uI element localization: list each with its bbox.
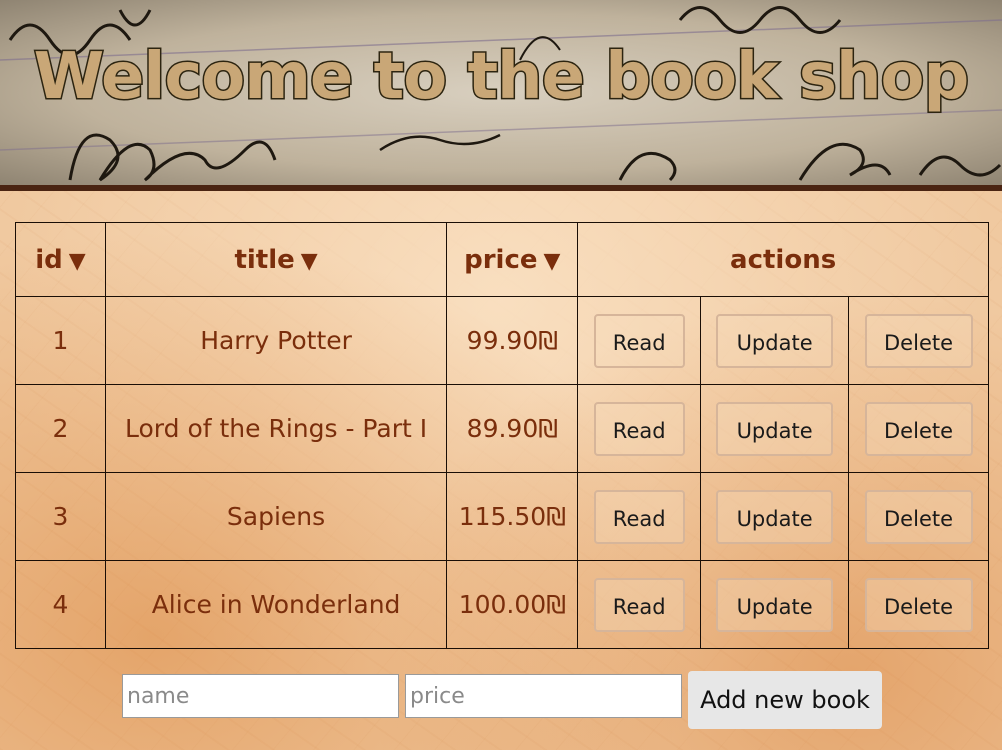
cell-update: Update — [700, 384, 850, 473]
delete-button[interactable]: Delete — [864, 577, 973, 632]
column-header-actions: actions — [577, 222, 989, 297]
read-button[interactable]: Read — [593, 401, 685, 456]
cell-delete: Delete — [848, 560, 989, 649]
cell-title: Sapiens — [104, 472, 448, 561]
page-title: Welcome to the book shop — [32, 39, 971, 116]
delete-button[interactable]: Delete — [864, 401, 973, 456]
column-header-id[interactable]: id ▼ — [15, 222, 106, 297]
cell-id: 4 — [15, 560, 106, 649]
cell-id: 2 — [15, 384, 106, 473]
cell-delete: Delete — [848, 296, 989, 385]
cell-price: 99.90₪ — [446, 296, 579, 385]
sort-down-icon[interactable]: ▼ — [69, 249, 86, 274]
read-button[interactable]: Read — [593, 313, 685, 368]
cell-title: Alice in Wonderland — [104, 560, 448, 649]
name-input[interactable] — [122, 674, 399, 718]
cell-update: Update — [700, 472, 850, 561]
page-header: Welcome to the book shop — [0, 0, 1002, 191]
cell-title: Lord of the Rings - Part I — [104, 384, 448, 473]
cell-title: Harry Potter — [104, 296, 448, 385]
update-button[interactable]: Update — [716, 401, 834, 456]
column-header-label: actions — [730, 244, 837, 275]
update-button[interactable]: Update — [716, 577, 834, 632]
add-new-book-button[interactable]: Add new book — [688, 671, 882, 729]
sort-down-icon[interactable]: ▼ — [544, 249, 561, 274]
column-header-title[interactable]: title ▼ — [104, 222, 448, 297]
read-button[interactable]: Read — [593, 489, 685, 544]
delete-button[interactable]: Delete — [864, 489, 973, 544]
cell-id: 1 — [15, 296, 106, 385]
books-table: id ▼ title ▼ price ▼ actions 1 Harry Potter… — [15, 222, 989, 649]
table-row: 2 Lord of the Rings - Part I 89.90₪ Read… — [15, 384, 989, 473]
cell-update: Update — [700, 560, 850, 649]
cell-price: 115.50₪ — [446, 472, 579, 561]
cell-price: 89.90₪ — [446, 384, 579, 473]
column-header-label: title — [234, 244, 295, 275]
cell-delete: Delete — [848, 384, 989, 473]
update-button[interactable]: Update — [716, 489, 834, 544]
table-row: 3 Sapiens 115.50₪ Read Update Delete — [15, 472, 989, 561]
table-header-row: id ▼ title ▼ price ▼ actions — [15, 222, 989, 297]
cell-read: Read — [577, 384, 702, 473]
sort-down-icon[interactable]: ▼ — [301, 249, 318, 274]
column-header-price[interactable]: price ▼ — [446, 222, 579, 297]
column-header-label: id — [35, 244, 63, 275]
update-button[interactable]: Update — [716, 313, 834, 368]
cell-delete: Delete — [848, 472, 989, 561]
table-row: 1 Harry Potter 99.90₪ Read Update Delete — [15, 296, 989, 385]
read-button[interactable]: Read — [593, 577, 685, 632]
cell-update: Update — [700, 296, 850, 385]
price-input[interactable] — [405, 674, 682, 718]
delete-button[interactable]: Delete — [864, 313, 973, 368]
cell-read: Read — [577, 472, 702, 561]
column-header-label: price — [464, 244, 538, 275]
cell-read: Read — [577, 560, 702, 649]
cell-price: 100.00₪ — [446, 560, 579, 649]
cell-read: Read — [577, 296, 702, 385]
table-row: 4 Alice in Wonderland 100.00₪ Read Updat… — [15, 560, 989, 649]
cell-id: 3 — [15, 472, 106, 561]
